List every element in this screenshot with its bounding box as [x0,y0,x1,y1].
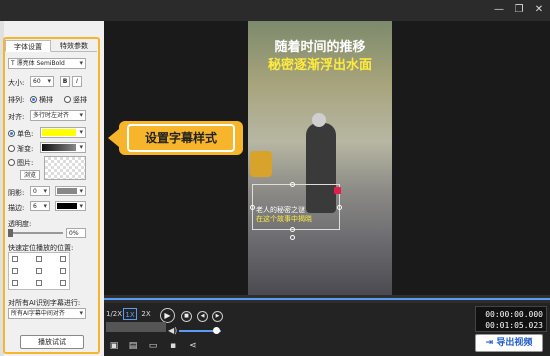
color-swatch [42,129,76,136]
position-cell[interactable] [60,256,66,262]
font-select[interactable]: T 漂亮体 SemiBold [8,58,86,69]
person-hat [312,113,326,127]
stop-icon[interactable]: ■ [181,311,192,322]
layout-label: 排列: [8,96,25,104]
time-total: 00:01:05.023 [485,321,543,330]
save-icon[interactable]: ▣ [109,341,119,351]
prev-frame-icon[interactable]: ◀ [197,311,208,322]
bold-button[interactable]: B [60,76,70,87]
position-grid [8,252,70,290]
size-select[interactable]: 60 [30,76,54,87]
layout-horizontal-option[interactable]: 横排 [30,95,53,105]
opacity-slider-handle[interactable] [8,229,13,237]
image-label: 图片: [17,159,34,167]
size-label: 大小: [8,79,25,87]
radio-icon [8,130,15,137]
position-cell[interactable] [36,268,42,274]
speed-normal[interactable]: 1X [123,308,137,320]
browse-button[interactable]: 浏览 [20,170,40,180]
opacity-input[interactable]: 0% [66,228,86,238]
radio-icon [64,96,71,103]
gradient-picker[interactable] [40,142,86,153]
export-video-button[interactable]: ⇥ 导出视频 [475,334,543,352]
position-cell[interactable] [12,256,18,262]
panel-tabs: 字体设置 特效参数 [5,40,98,52]
close-icon[interactable]: ✕ [532,3,546,17]
yellow-car [250,151,272,177]
stroke-swatch [57,203,77,209]
shadow-label: 阴影: [8,189,25,197]
timeline-progress [104,298,550,300]
opacity-label: 透明度: [8,220,32,228]
clip-thumbnail-strip[interactable] [106,322,166,332]
play-icon[interactable]: ▶ [160,308,175,323]
position-cell[interactable] [60,280,66,286]
video-title-line1: 随着时间的推移 [274,40,366,55]
new-project-icon[interactable]: ▤ [128,341,138,351]
resize-handle[interactable] [337,205,342,210]
video-title-line2: 秘密逐渐浮出水面 [267,58,372,73]
time-current: 00:00:00.000 [485,310,543,319]
tab-font-settings[interactable]: 字体设置 [5,40,51,52]
radio-icon [30,96,37,103]
position-cell[interactable] [36,280,42,286]
resize-handle[interactable] [290,227,295,232]
horizontal-label: 横排 [39,96,53,104]
video-preview: 随着时间的推移 秘密逐渐浮出水面 [248,21,392,295]
resize-handle[interactable] [290,182,295,187]
solid-color-option[interactable]: 单色: [8,129,33,139]
position-cell[interactable] [12,268,18,274]
ai-subtitle-select[interactable]: 所有AI字幕中间对齐 [8,308,86,319]
rotate-handle[interactable] [290,235,295,240]
ai-subtitle-label: 对所有AI识别字幕进行: [8,299,81,307]
speed-double[interactable]: 2X [139,308,153,320]
disk-icon[interactable]: ▪ [168,341,178,351]
solid-color-picker[interactable] [40,127,86,138]
tutorial-callout: 设置字幕样式 [119,121,243,155]
stroke-select[interactable]: 6 [30,201,50,211]
subtitle-line2: 在这个故事中揭晓 [256,215,312,223]
export-label: 导出视频 [496,338,533,348]
tab-effect-params[interactable]: 特效参数 [51,40,97,52]
vertical-label: 竖排 [73,96,87,104]
preview-play-button[interactable]: 播放试试 [20,335,84,349]
gradient-label: 渐变: [17,145,34,153]
callout-label: 设置字幕样式 [127,124,235,152]
layout-vertical-option[interactable]: 竖排 [64,95,87,105]
opacity-slider[interactable] [8,232,63,234]
stroke-color-picker[interactable] [55,201,86,211]
gradient-option[interactable]: 渐变: [8,144,33,154]
position-cell[interactable] [60,268,66,274]
align-select[interactable]: 多行时左对齐 [30,110,86,121]
folder-icon[interactable]: ▭ [148,341,158,351]
position-cell[interactable] [12,280,18,286]
shadow-color-picker[interactable] [55,186,86,196]
timeline[interactable] [104,295,550,303]
minimize-icon[interactable]: — [492,3,506,17]
gradient-swatch [42,144,76,151]
delete-icon[interactable] [334,187,341,194]
share-icon[interactable]: ⋖ [188,341,198,351]
volume-icon[interactable]: ◀) [168,326,177,335]
speed-half[interactable]: 1/2X [106,308,122,320]
export-icon: ⇥ [485,338,497,348]
volume-knob[interactable] [213,327,220,334]
shadow-swatch [57,188,77,194]
italic-button[interactable]: I [72,76,82,87]
title-bar: — ❐ ✕ [0,0,550,21]
solid-label: 单色: [17,130,34,138]
radio-icon [8,145,15,152]
restore-icon[interactable]: ❐ [512,3,526,17]
time-display: 00:00:00.000 00:01:05.023 [475,306,547,332]
image-preview [44,156,86,180]
callout-pointer [108,129,119,147]
radio-icon [8,159,15,166]
shadow-select[interactable]: 0 [30,186,50,196]
position-cell[interactable] [36,256,42,262]
align-label: 对齐: [8,113,25,121]
next-frame-icon[interactable]: ▶ [212,311,223,322]
stroke-label: 描边: [8,204,25,212]
resize-handle[interactable] [250,205,255,210]
image-option[interactable]: 图片: [8,158,33,168]
